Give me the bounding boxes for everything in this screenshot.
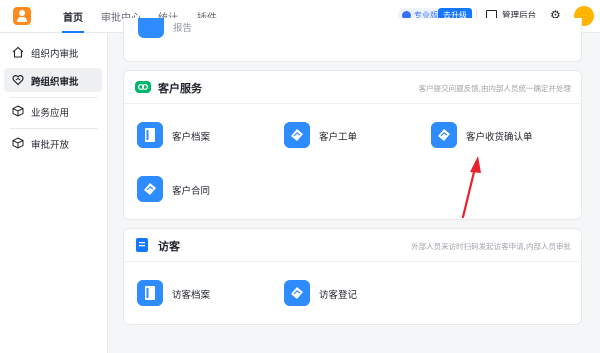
section-description: 客户提交问题反馈,由内部人员统一确定并处理	[418, 84, 571, 93]
home-icon	[12, 46, 24, 58]
app-tile-label: 客户合同	[172, 186, 211, 197]
document-icon	[136, 238, 148, 252]
section-header: 客户服务 客户提交问题反馈,由内部人员统一确定并处理	[124, 71, 581, 104]
app-tile-label: 客户收货确认单	[466, 132, 533, 143]
app-tile-customer-receipt-confirmation[interactable]: 客户收货确认单	[431, 122, 571, 150]
sidebar-item-label: 业务应用	[31, 108, 70, 119]
ticket-icon	[284, 280, 310, 306]
visitor-section: 访客 外部人员来访时扫码发起访客申请,内部人员审批 访客档案 访客登记	[123, 228, 582, 325]
section-header: 访客 外部人员来访时扫码发起访客申请,内部人员审批	[124, 229, 581, 262]
customer-service-section: 客户服务 客户提交问题反馈,由内部人员统一确定并处理 客户档案 客户工单 客户收…	[123, 70, 582, 220]
app-tile-label: 客户工单	[319, 132, 358, 143]
section-title: 访客	[158, 240, 180, 253]
handshake-icon	[12, 75, 24, 86]
sidebar-item-cross-org-approval[interactable]: 跨组织审批	[4, 68, 102, 92]
app-tile-customer-archive[interactable]: 客户档案	[137, 122, 267, 150]
sidebar-item-label: 审批开放	[31, 140, 70, 151]
app-tile-customer-contract[interactable]: 客户合同	[137, 176, 267, 204]
section-description: 外部人员来访时扫码发起访客申请,内部人员审批	[411, 242, 571, 251]
cube-icon	[12, 105, 24, 117]
previous-section-card: 报告	[123, 18, 582, 62]
app-tile[interactable]: 报告	[138, 18, 268, 40]
app-tile-label: 客户档案	[172, 132, 211, 143]
ticket-icon	[431, 122, 457, 148]
app-tile-customer-ticket[interactable]: 客户工单	[284, 122, 414, 150]
document-icon	[138, 18, 164, 38]
app-logo-icon[interactable]	[13, 7, 31, 25]
app-tile-visitor-archive[interactable]: 访客档案	[137, 280, 267, 308]
divider	[10, 97, 98, 98]
tab-home[interactable]: 首页	[63, 9, 83, 24]
sidebar: 组织内审批 跨组织审批 业务应用 审批开放	[0, 33, 108, 353]
ticket-icon	[284, 122, 310, 148]
sidebar-item-internal-approval[interactable]: 组织内审批	[4, 40, 102, 64]
sidebar-item-open-approval[interactable]: 审批开放	[4, 131, 102, 155]
app-tile-label: 访客档案	[172, 290, 211, 301]
divider	[10, 128, 98, 129]
sidebar-item-label: 跨组织审批	[31, 77, 79, 88]
section-title: 客户服务	[158, 82, 202, 95]
sidebar-item-business-apps[interactable]: 业务应用	[4, 99, 102, 123]
sidebar-item-label: 组织内审批	[31, 49, 79, 60]
contract-icon	[137, 176, 163, 202]
app-tile-label: 访客登记	[319, 290, 358, 301]
app-tile-label: 报告	[173, 23, 193, 34]
link-icon	[135, 81, 151, 93]
cube-icon	[12, 137, 24, 149]
archive-icon	[137, 280, 163, 306]
archive-icon	[137, 122, 163, 148]
app-tile-visitor-registration[interactable]: 访客登记	[284, 280, 414, 308]
